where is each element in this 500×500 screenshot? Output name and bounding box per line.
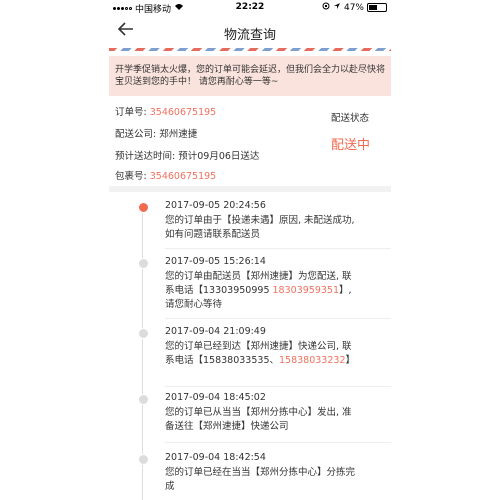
order-number-label: 订单号:: [115, 107, 150, 118]
delivery-status-label: 配送状态: [331, 113, 370, 124]
entry-text: 您的订单已经到达【郑州速捷】快递公司, 联系电话【15838033535、158…: [165, 341, 356, 366]
entry-time: 2017-09-05 15:26:14: [165, 256, 266, 267]
eta-row: 预计送达时间: 预计09月06日送达: [115, 148, 259, 162]
phone-screen: 中国移动 22:22 47% 物流查询 开学季促销太火爆，您的订单可能会延迟，但…: [109, 0, 391, 500]
entry-time: 2017-09-04 18:45:02: [165, 392, 266, 403]
entry-text: 您的订单由配送员【郑州速捷】为您配送, 联系电话【13303950995 183…: [165, 271, 352, 310]
entry-time: 2017-09-04 21:09:49: [165, 326, 266, 337]
nav-bar: 物流查询: [109, 16, 391, 48]
battery-icon: [367, 3, 387, 12]
delivery-status-value: 配送中: [331, 138, 371, 153]
eta-value: 预计09月06日送达: [178, 151, 260, 162]
airmail-border: [109, 48, 391, 51]
company-value: 郑州速捷: [159, 129, 198, 140]
package-row: 包裹号: 35460675195: [115, 168, 216, 182]
package-number-value[interactable]: 35460675195: [150, 171, 217, 182]
order-info: 订单号: 35460675195 配送公司: 郑州速捷 预计送达时间: 预计09…: [109, 96, 391, 184]
timeline-dot: [138, 454, 149, 465]
timeline-dot: [138, 328, 149, 339]
entry-time: 2017-09-04 18:42:54: [165, 452, 266, 463]
order-number-row: 订单号: 35460675195: [115, 104, 216, 118]
battery-percent: 47%: [343, 2, 364, 13]
company-label: 配送公司:: [115, 129, 160, 140]
courier-phone-link[interactable]: 18303959351: [273, 285, 340, 296]
timeline-dot: [138, 394, 149, 405]
eta-label: 预计送达时间:: [115, 151, 179, 162]
status-bar: 中国移动 22:22 47%: [109, 0, 391, 16]
entry-separator: [165, 248, 391, 249]
location-arrow-icon: [333, 2, 341, 13]
orientation-lock-icon: [322, 2, 330, 13]
company-row: 配送公司: 郑州速捷: [115, 126, 197, 140]
entry-text: 您的订单已从当当【郑州分拣中心】发出, 准备送往【郑州速捷】快递公司: [165, 407, 352, 432]
package-label: 包裹号:: [115, 171, 150, 182]
entry-text: 您的订单已经在当当【郑州分拣中心】分拣完成: [165, 467, 356, 492]
entry-time: 2017-09-05 20:24:56: [165, 200, 266, 211]
page-title: 物流查询: [223, 28, 276, 43]
timeline-dot-current: [138, 202, 149, 213]
entry-separator: [165, 442, 391, 443]
entry-separator: [165, 318, 391, 319]
delay-notice: 开学季促销太火爆，您的订单可能会延迟，但我们会全力以赴尽快将宝贝送到您的手中！ …: [109, 56, 391, 96]
tracking-timeline: 2017-09-05 20:24:56 您的订单由于【投递未遇】原因, 未配送成…: [109, 192, 391, 500]
timeline-dot: [138, 258, 149, 269]
company-phone-link[interactable]: 15838033232: [279, 355, 346, 366]
entry-text: 您的订单由于【投递未遇】原因, 未配送成功, 如有问题请联系配送员: [165, 215, 355, 240]
order-number-value[interactable]: 35460675195: [150, 107, 217, 118]
entry-separator: [165, 386, 391, 387]
battery-fill: [369, 5, 377, 10]
